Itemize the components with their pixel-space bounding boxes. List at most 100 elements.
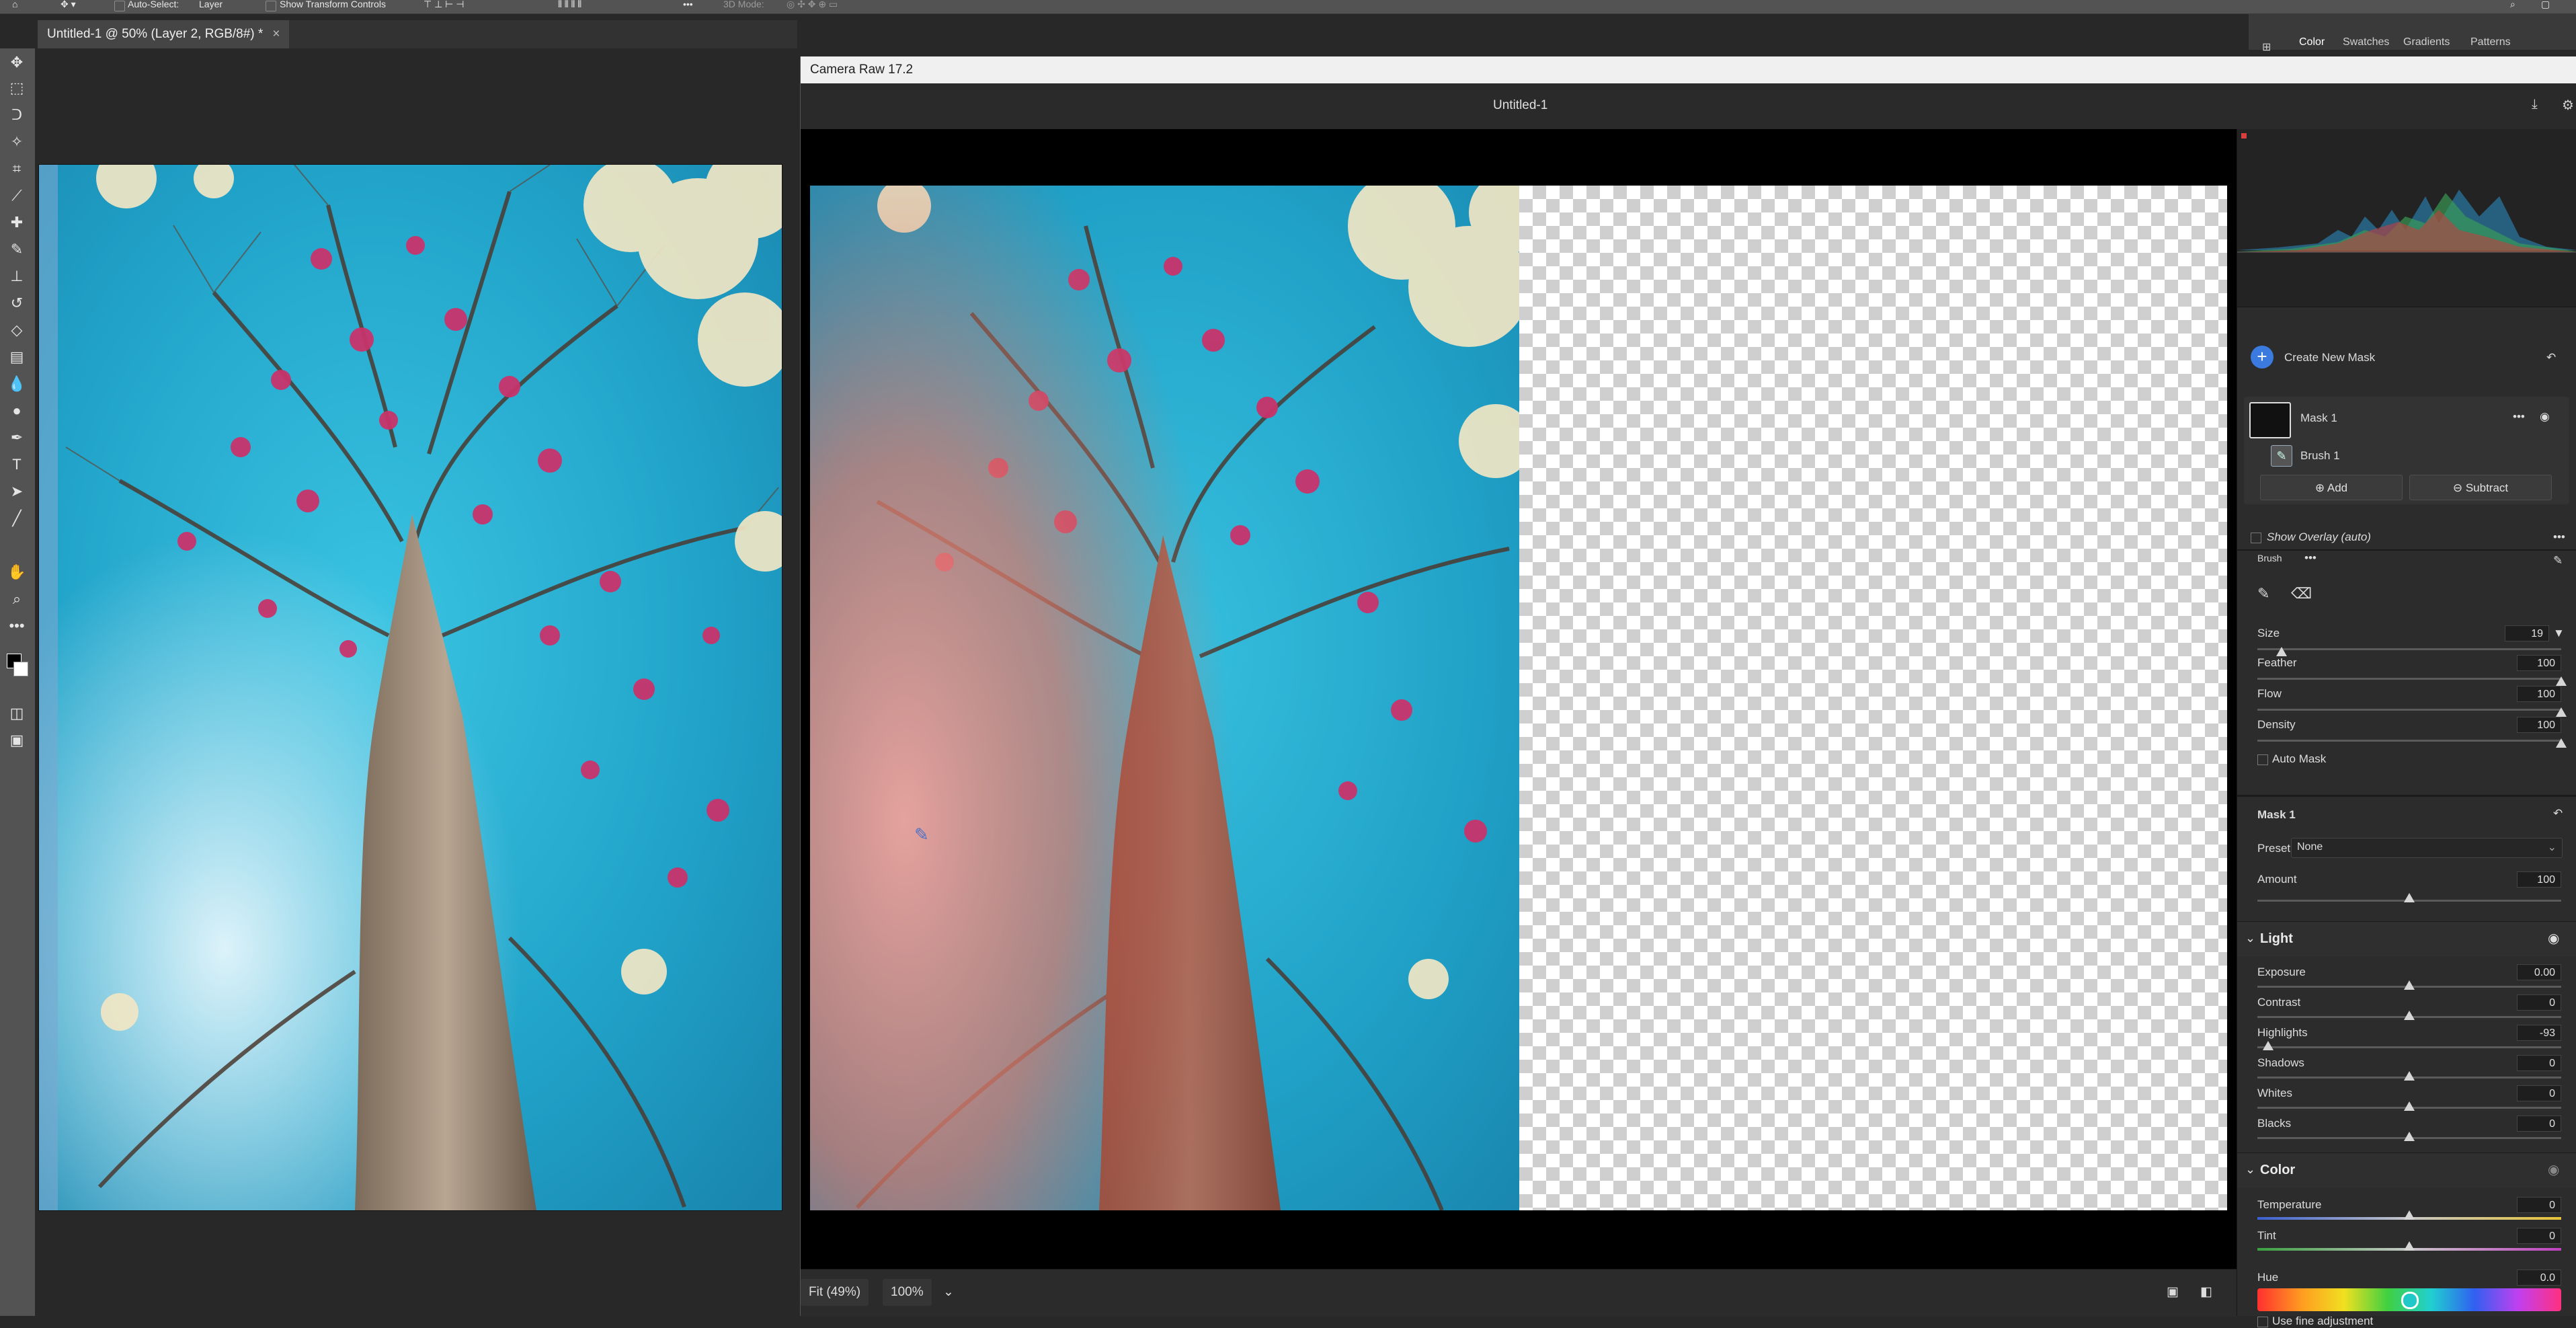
create-new-mask-button[interactable]: Create New Mask [2284, 351, 2375, 364]
flow-slider-knob[interactable] [2556, 707, 2567, 717]
zoom-dropdown-icon[interactable]: ⌄ [935, 1279, 962, 1306]
close-tab-icon[interactable]: × [272, 27, 280, 41]
temperature-value[interactable]: 0 [2517, 1197, 2561, 1213]
more-options-icon[interactable]: ••• [683, 0, 693, 9]
tint-value[interactable]: 0 [2517, 1228, 2561, 1244]
line-tool-icon[interactable]: ╱ [7, 508, 27, 529]
tint-slider-knob[interactable] [2404, 1241, 2415, 1251]
home-icon[interactable]: ⌂ [12, 0, 17, 9]
mask-thumbnail[interactable] [2249, 402, 2291, 438]
brush-mode-icon[interactable]: ✎ [2257, 585, 2269, 602]
before-after-icon[interactable]: ◧ [2192, 1279, 2220, 1306]
more-tools-icon[interactable]: ••• [7, 616, 27, 636]
auto-select-dropdown[interactable]: Layer [199, 0, 223, 9]
flow-slider-track[interactable] [2257, 709, 2561, 711]
marquee-tool-icon[interactable]: ⬚ [7, 78, 27, 98]
image-preview[interactable]: ✎ [801, 129, 2237, 1269]
tab-color[interactable]: Color [2299, 36, 2325, 48]
pen-tool-icon[interactable]: ✒ [7, 428, 27, 448]
temperature-slider-knob[interactable] [2404, 1210, 2415, 1220]
brush-edit-icon[interactable]: ✎ [2553, 554, 2563, 568]
workspace-icon[interactable]: ▢ [2541, 0, 2550, 10]
shadows-slider-knob[interactable] [2404, 1071, 2415, 1081]
healing-tool-icon[interactable]: ✚ [7, 212, 27, 233]
move-tool-icon[interactable]: ✥ [7, 52, 27, 73]
search-icon[interactable]: ⌕ [2510, 0, 2515, 10]
dodge-tool-icon[interactable]: ● [7, 401, 27, 421]
feather-slider-track[interactable] [2257, 678, 2561, 680]
hue-value[interactable]: 0.0 [2517, 1270, 2561, 1286]
preset-dropdown[interactable]: None ⌄ [2291, 838, 2563, 858]
brush-1-item[interactable]: Brush 1 [2300, 449, 2340, 463]
auto-select-checkbox[interactable] [114, 1, 125, 11]
exposure-slider-knob[interactable] [2404, 980, 2415, 990]
highlights-value[interactable]: -93 [2517, 1025, 2561, 1041]
align-icons[interactable]: ⊤ ⊥ ⊢ ⊣ [424, 0, 464, 10]
preview-image[interactable]: ✎ [810, 172, 1549, 1212]
tab-gradients[interactable]: Gradients [2403, 36, 2450, 48]
fine-adjustment-checkbox[interactable] [2257, 1317, 2268, 1327]
panel-dock-icon[interactable]: ⊞ [2262, 40, 2271, 54]
magic-wand-tool-icon[interactable]: ✧ [7, 132, 27, 152]
auto-mask-checkbox[interactable] [2257, 754, 2268, 765]
fit-zoom-button[interactable]: Fit (49%) [801, 1279, 869, 1306]
shadows-value[interactable]: 0 [2517, 1055, 2561, 1071]
zoom-tool-icon[interactable]: ⌕ [7, 589, 27, 609]
color-visibility-icon[interactable]: ◉ [2548, 1161, 2559, 1178]
whites-value[interactable]: 0 [2517, 1085, 2561, 1101]
stamp-tool-icon[interactable]: ⊥ [7, 266, 27, 286]
amount-slider-knob[interactable] [2404, 893, 2415, 902]
exposure-value[interactable]: 0.00 [2517, 964, 2561, 980]
blur-tool-icon[interactable]: 💧 [7, 374, 27, 394]
mask-more-icon[interactable]: ••• [2513, 410, 2525, 424]
hand-tool-icon[interactable]: ✋ [7, 562, 27, 582]
mask-1-item[interactable]: Mask 1 [2300, 412, 2337, 425]
brush-thumbnail-icon[interactable]: ✎ [2271, 445, 2292, 467]
size-value[interactable]: 19 [2505, 625, 2549, 641]
eraser-mode-icon[interactable]: ⌫ [2291, 585, 2312, 602]
light-section-header[interactable]: ⌄ Light ◉ [2237, 921, 2576, 957]
size-slider-knob[interactable] [2276, 647, 2288, 656]
highlights-slider-track[interactable] [2257, 1046, 2561, 1048]
settings-icon[interactable]: ⚙ [2562, 97, 2574, 114]
density-slider-knob[interactable] [2556, 738, 2567, 748]
blacks-value[interactable]: 0 [2517, 1116, 2561, 1132]
brush-tool-icon[interactable]: ✎ [7, 239, 27, 260]
add-button[interactable]: ⊕ Add [2260, 475, 2403, 500]
feather-slider-knob[interactable] [2556, 676, 2567, 686]
show-transform-checkbox[interactable] [266, 1, 276, 11]
size-dropdown-icon[interactable]: ▼ [2553, 627, 2565, 640]
create-mask-plus-icon[interactable]: + [2251, 346, 2273, 368]
amount-value[interactable]: 100 [2517, 871, 2561, 888]
overlay-more-icon[interactable]: ••• [2553, 531, 2565, 544]
mask-settings-reset-icon[interactable]: ↶ [2553, 807, 2563, 820]
light-visibility-icon[interactable]: ◉ [2548, 930, 2559, 947]
screen-mode-icon[interactable]: ▣ [7, 730, 27, 750]
density-slider-track[interactable] [2257, 740, 2561, 742]
background-color-swatch[interactable] [13, 662, 28, 676]
flow-value[interactable]: 100 [2517, 686, 2561, 702]
brush-more-icon[interactable]: ••• [2304, 551, 2317, 565]
zoom-100-button[interactable]: 100% [883, 1279, 932, 1306]
reset-mask-icon[interactable]: ↶ [2546, 351, 2556, 364]
type-tool-icon[interactable]: T [7, 455, 27, 475]
blacks-slider-knob[interactable] [2404, 1132, 2415, 1141]
save-icon[interactable]: ⤓ [2532, 97, 2538, 112]
tab-patterns[interactable]: Patterns [2470, 36, 2511, 48]
tab-swatches[interactable]: Swatches [2343, 36, 2389, 48]
distribute-icons[interactable]: ⫴ ⫴ ⫴ ⫴ [558, 0, 581, 10]
density-value[interactable]: 100 [2517, 717, 2561, 733]
whites-slider-knob[interactable] [2404, 1101, 2415, 1111]
quick-mask-icon[interactable]: ◫ [7, 703, 27, 724]
subtract-button[interactable]: ⊖ Subtract [2409, 475, 2552, 500]
eyedropper-tool-icon[interactable]: ⟋ [7, 186, 27, 206]
size-slider-track[interactable] [2257, 648, 2561, 650]
single-view-icon[interactable]: ▣ [2159, 1279, 2187, 1306]
feather-value[interactable]: 100 [2517, 655, 2561, 671]
document-tab[interactable]: Untitled-1 @ 50% (Layer 2, RGB/8#) * × [38, 20, 290, 48]
color-section-header[interactable]: ⌄ Color ◉ [2237, 1153, 2576, 1188]
path-select-tool-icon[interactable]: ➤ [7, 481, 27, 502]
photoshop-document-canvas[interactable] [38, 164, 782, 1211]
hue-slider-knob[interactable] [2401, 1292, 2419, 1309]
highlights-slider-knob[interactable] [2262, 1041, 2273, 1050]
